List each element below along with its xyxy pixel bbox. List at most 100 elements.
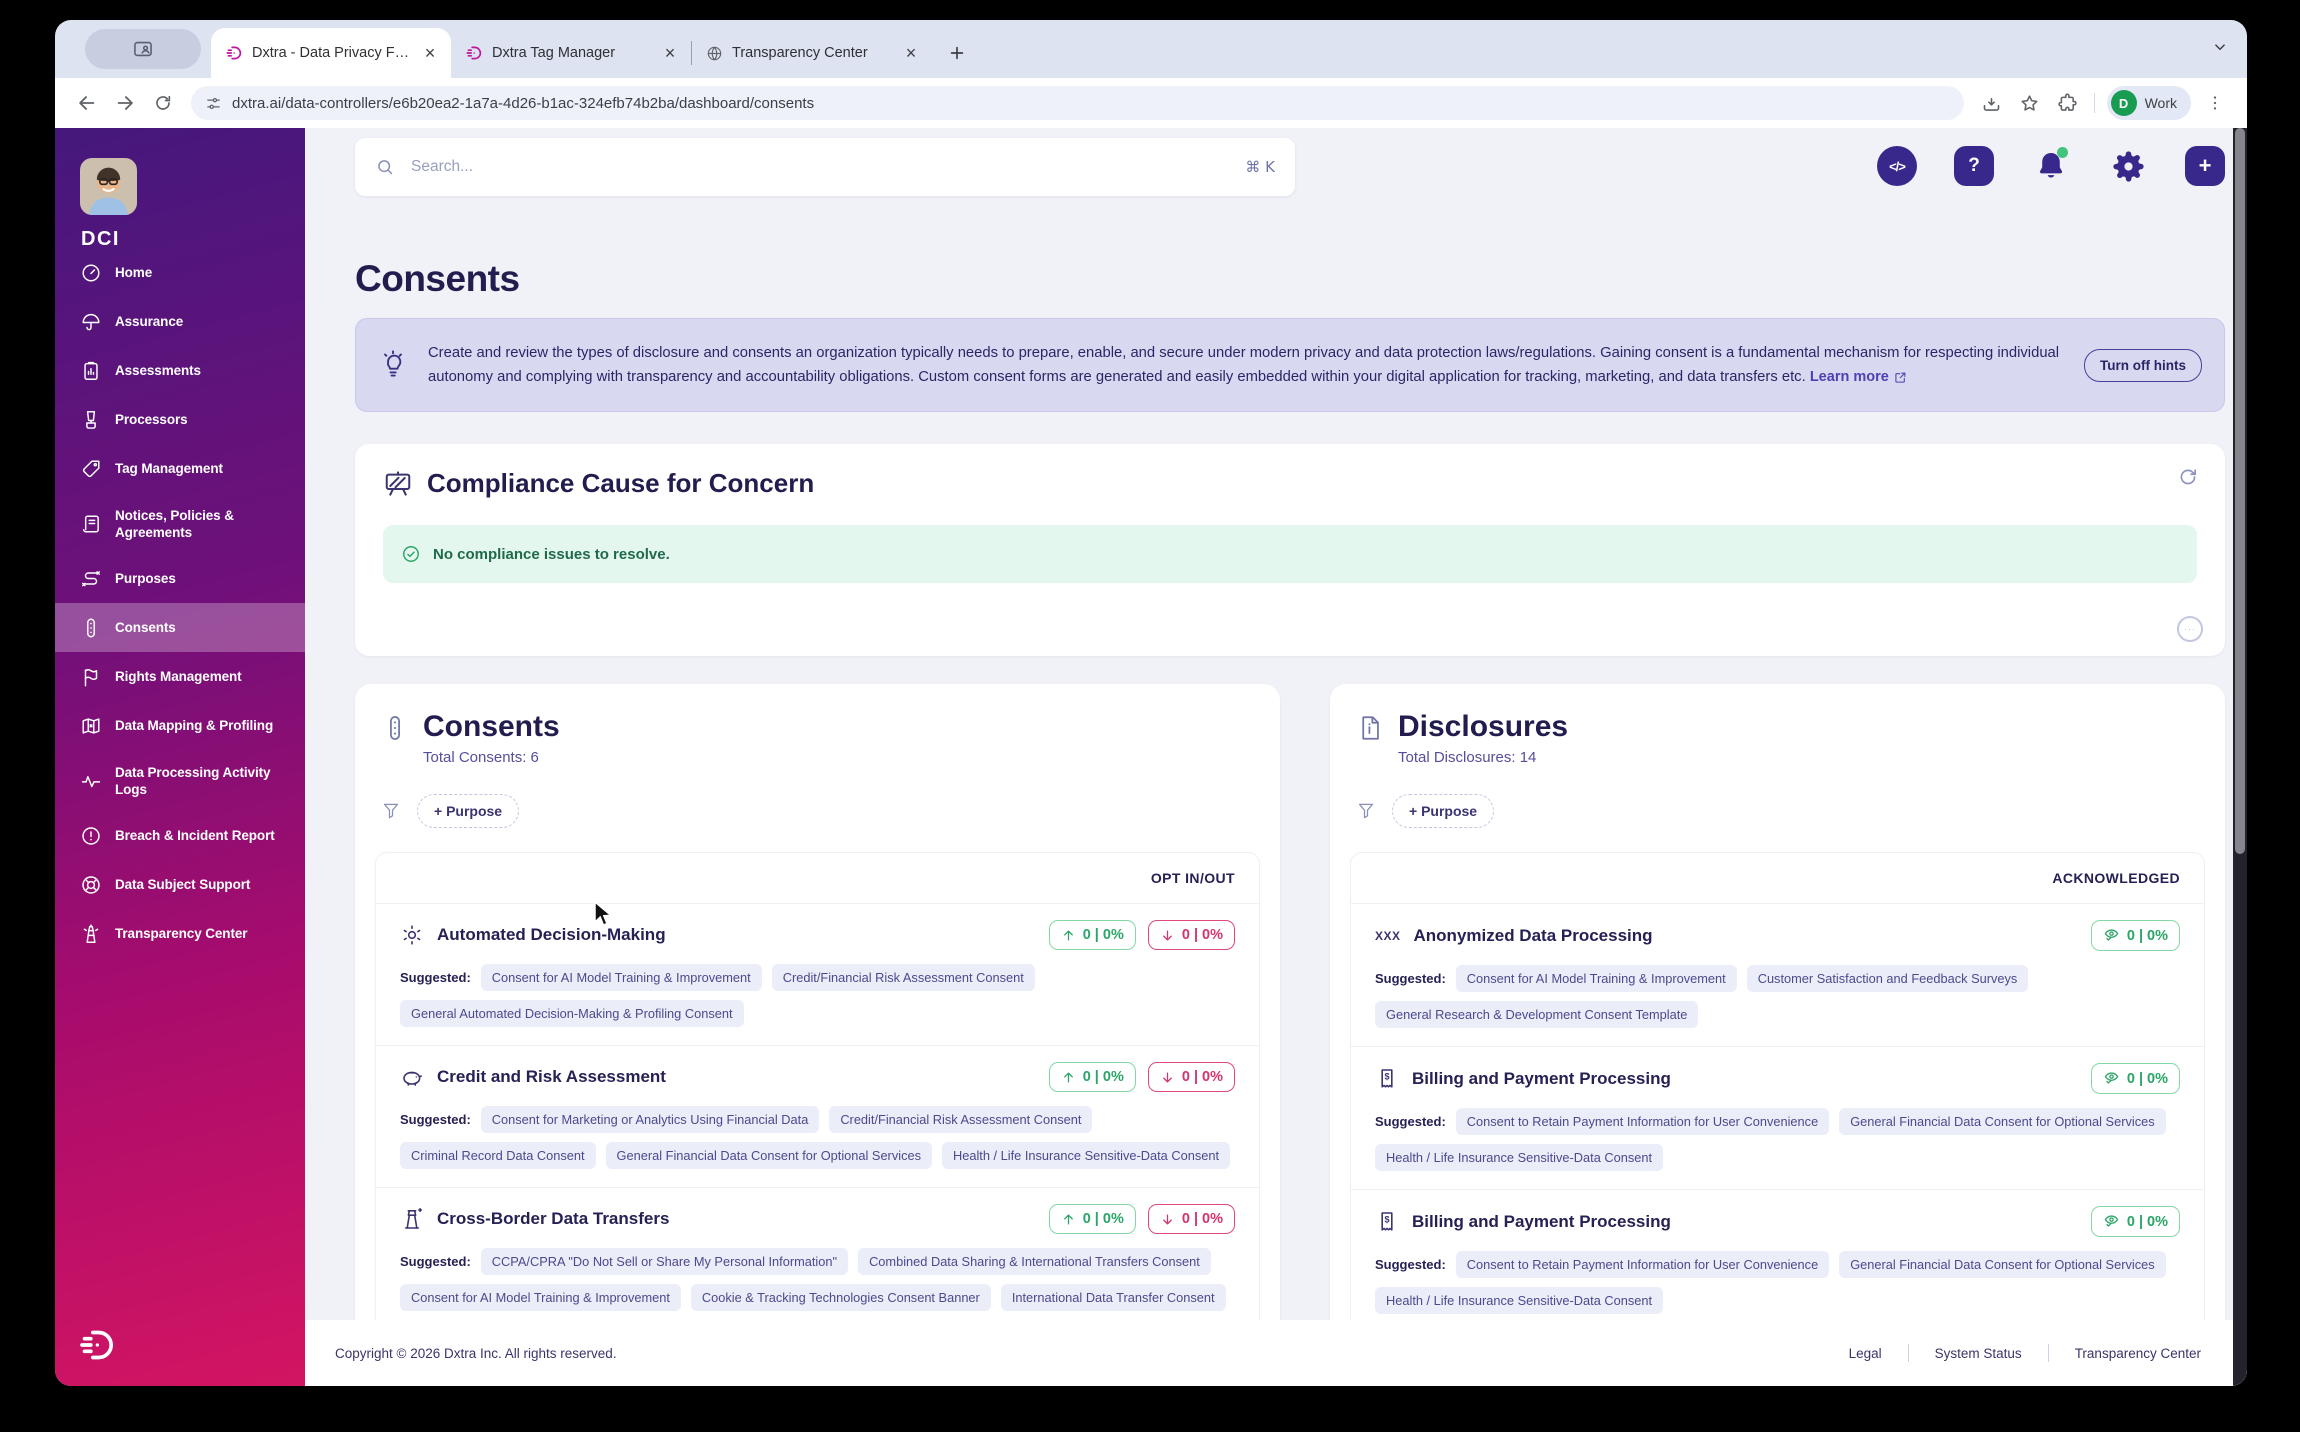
gear-icon <box>403 925 421 945</box>
install-icon[interactable] <box>1974 85 2010 121</box>
add-purpose-button[interactable]: + Purpose <box>417 794 520 828</box>
footer-link-transparency-center[interactable]: Transparency Center <box>2075 1346 2201 1361</box>
code-embed-icon[interactable]: </> <box>1877 146 1917 186</box>
sidebar-item-purposes[interactable]: Purposes <box>55 554 305 603</box>
suggested-chip[interactable]: Criminal Record Data Consent <box>400 1142 596 1169</box>
search-bar[interactable]: ⌘ K <box>355 138 1295 196</box>
suggested-chip[interactable]: Health / Life Insurance Sensitive-Data C… <box>1375 1287 1664 1314</box>
list-row[interactable]: XXX Anonymized Data Processing 0 | 0% Sugge… <box>1351 904 2204 1047</box>
learn-more-link[interactable]: Learn more <box>1810 367 1907 389</box>
list-row[interactable]: $ Billing and Payment Processing 0 | 0% Sug… <box>1351 1047 2204 1190</box>
browser-tab[interactable]: Dxtra - Data Privacy First × <box>211 28 451 78</box>
consents-list: OPT IN/OUT Automated Decision-Making 0 | … <box>375 852 1260 1340</box>
traffic-light-icon <box>390 716 400 740</box>
suggested-chip[interactable]: General Research & Development Consent T… <box>1375 1001 1699 1028</box>
list-row[interactable]: Cross-Border Data Transfers 0 | 0% 0 | 0% S… <box>376 1188 1259 1340</box>
add-icon[interactable]: + <box>2185 146 2225 186</box>
scrollbar-thumb[interactable] <box>2235 128 2245 854</box>
suggested-chip[interactable]: Consent to Retain Payment Information fo… <box>1455 1108 1830 1135</box>
suggested-chip[interactable]: Consent for Marketing or Analytics Using… <box>480 1106 820 1133</box>
filter-icon[interactable] <box>1356 801 1376 821</box>
sidebar-item-processors[interactable]: Processors <box>55 395 305 444</box>
notifications-bell-icon[interactable] <box>2031 146 2071 186</box>
ack-badge[interactable]: 0 | 0% <box>2090 1063 2180 1094</box>
list-row[interactable]: $ Billing and Payment Processing 0 | 0% Sug… <box>1351 1190 2204 1333</box>
sidebar-item-rights-management[interactable]: Rights Management <box>55 652 305 701</box>
browser-tab[interactable]: Dxtra Tag Manager × <box>451 28 691 78</box>
document-info-icon <box>1356 714 1384 742</box>
search-input[interactable] <box>409 157 1232 177</box>
up-badge[interactable]: 0 | 0% <box>1048 920 1136 950</box>
suggested-chip[interactable]: Consent for AI Model Training & Improvem… <box>1455 965 1737 992</box>
suggested-chip[interactable]: General Financial Data Consent for Optio… <box>605 1142 932 1169</box>
tab-search-button[interactable] <box>85 29 201 69</box>
down-badge[interactable]: 0 | 0% <box>1147 1204 1235 1234</box>
suggested-chip[interactable]: International Data Transfer Consent <box>1000 1284 1226 1311</box>
help-icon[interactable]: ? <box>1954 146 1994 186</box>
list-row[interactable]: Credit and Risk Assessment 0 | 0% 0 | 0% Su… <box>376 1046 1259 1188</box>
suggested-chip[interactable]: Consent for AI Model Training & Improvem… <box>480 964 762 991</box>
suggested-chip[interactable]: CCPA/CPRA "Do Not Sell or Share My Perso… <box>480 1248 849 1275</box>
footer-link-legal[interactable]: Legal <box>1849 1346 1882 1361</box>
footer-divider <box>2047 1344 2049 1362</box>
search-icon <box>375 157 395 177</box>
alert-icon <box>82 826 100 845</box>
suggested-chip[interactable]: Health / Life Insurance Sensitive-Data C… <box>941 1142 1231 1169</box>
down-badge[interactable]: 0 | 0% <box>1147 920 1235 950</box>
down-badge[interactable]: 0 | 0% <box>1147 1062 1235 1092</box>
sidebar-item-tag-management[interactable]: Tag Management <box>55 444 305 493</box>
avatar[interactable] <box>80 158 137 215</box>
up-badge[interactable]: 0 | 0% <box>1048 1204 1136 1234</box>
tab-close-icon[interactable]: × <box>419 42 441 64</box>
suggested-chip[interactable]: Customer Satisfaction and Feedback Surve… <box>1746 965 2029 992</box>
browser-tab[interactable]: Transparency Center × <box>692 28 932 78</box>
list-row[interactable]: Automated Decision-Making 0 | 0% 0 | 0% Sug… <box>376 904 1259 1046</box>
tab-list-chevron-icon[interactable] <box>2211 38 2229 61</box>
profile-chip[interactable]: D Work <box>2106 86 2191 120</box>
sidebar-item-transparency-center[interactable]: Transparency Center <box>55 909 305 958</box>
filter-icon[interactable] <box>381 801 401 821</box>
refresh-icon[interactable] <box>2177 466 2199 493</box>
sidebar-item-assurance[interactable]: Assurance <box>55 297 305 346</box>
turn-off-hints-button[interactable]: Turn off hints <box>2084 348 2202 382</box>
consents-panel: Consents Total Consents: 6 + Purpose OPT… <box>355 684 1280 1340</box>
sidebar-item-breach-incident-report[interactable]: Breach & Incident Report <box>55 811 305 860</box>
suggested-chip[interactable]: General Automated Decision-Making & Prof… <box>400 1000 744 1027</box>
footer-link-system-status[interactable]: System Status <box>1935 1346 2022 1361</box>
suggested-chip[interactable]: Consent for AI Model Training & Improvem… <box>400 1284 681 1311</box>
sidebar-item-data-processing-activity-logs[interactable]: Data Processing Activity Logs <box>55 750 305 811</box>
add-purpose-button[interactable]: + Purpose <box>1392 794 1495 828</box>
back-button[interactable] <box>69 85 105 121</box>
suggested-chip[interactable]: General Financial Data Consent for Optio… <box>1839 1108 2166 1135</box>
browser-menu-icon[interactable] <box>2197 85 2233 121</box>
settings-gear-icon[interactable] <box>2108 146 2148 186</box>
sidebar-item-home[interactable]: Home <box>55 248 305 297</box>
suggested-chip[interactable]: Cookie & Tracking Technologies Consent B… <box>690 1284 991 1311</box>
sidebar-item-notices-policies-agreements[interactable]: Notices, Policies & Agreements <box>55 493 305 554</box>
suggested-chip[interactable]: Combined Data Sharing & International Tr… <box>858 1248 1211 1275</box>
new-tab-button[interactable] <box>942 38 972 68</box>
up-badge[interactable]: 0 | 0% <box>1048 1062 1136 1092</box>
bookmark-star-icon[interactable] <box>2012 85 2048 121</box>
sidebar-item-assessments[interactable]: Assessments <box>55 346 305 395</box>
sidebar-item-data-mapping-profiling[interactable]: Data Mapping & Profiling <box>55 701 305 750</box>
reload-button[interactable] <box>145 85 181 121</box>
scrollbar-track[interactable] <box>2233 128 2247 1386</box>
suggested-chip[interactable]: Consent to Retain Payment Information fo… <box>1455 1251 1830 1278</box>
tag-icon <box>82 459 100 477</box>
sidebar-item-data-subject-support[interactable]: Data Subject Support <box>55 860 305 909</box>
dxtra-logo-icon <box>77 1325 117 1370</box>
suggested-chip[interactable]: Credit/Financial Risk Assessment Consent <box>771 964 1035 991</box>
address-bar[interactable]: dxtra.ai/data-controllers/e6b20ea2-1a7a-… <box>191 86 1964 120</box>
ack-badge[interactable]: 0 | 0% <box>2090 1206 2180 1237</box>
tab-close-icon[interactable]: × <box>900 42 922 64</box>
site-settings-icon[interactable] <box>205 95 222 112</box>
suggested-chip[interactable]: General Financial Data Consent for Optio… <box>1839 1251 2166 1278</box>
tab-close-icon[interactable]: × <box>659 42 681 64</box>
ack-badge[interactable]: 0 | 0% <box>2090 920 2180 951</box>
suggested-chip[interactable]: Credit/Financial Risk Assessment Consent <box>829 1106 1093 1133</box>
extensions-icon[interactable] <box>2050 85 2086 121</box>
sidebar-item-consents[interactable]: Consents <box>55 603 305 652</box>
suggested-chip[interactable]: Health / Life Insurance Sensitive-Data C… <box>1375 1144 1664 1171</box>
forward-button[interactable] <box>107 85 143 121</box>
